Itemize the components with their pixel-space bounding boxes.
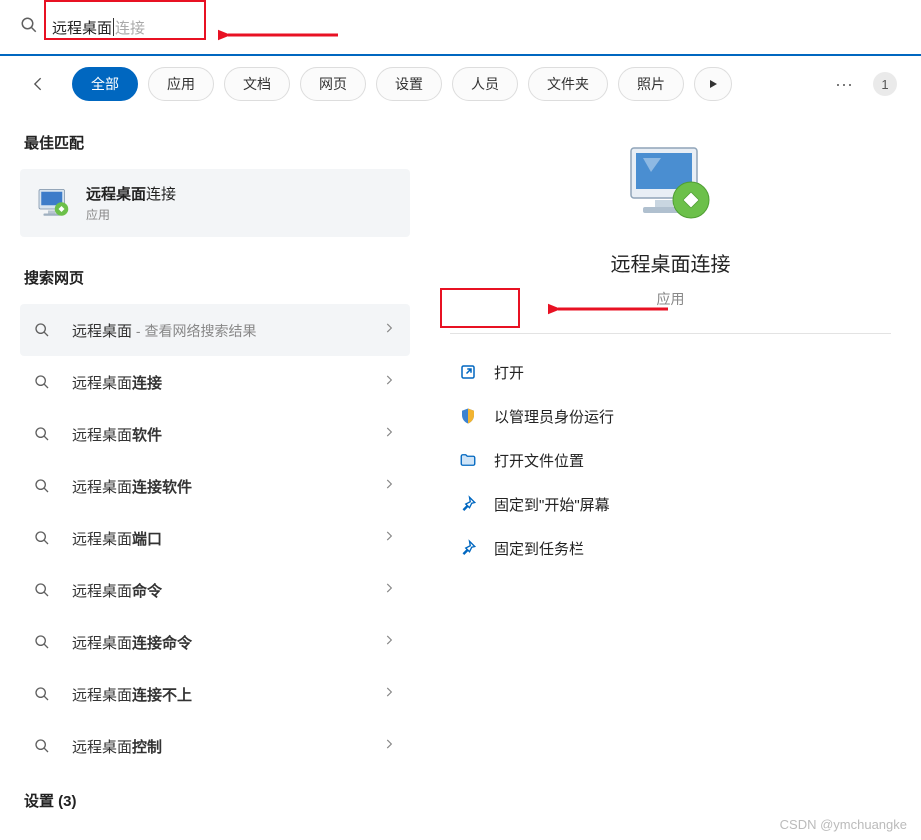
settings-header: 设置 (3) bbox=[20, 772, 410, 827]
watermark: CSDN @ymchuangke bbox=[780, 817, 907, 832]
filter-pill-web[interactable]: 网页 bbox=[300, 67, 366, 101]
best-match-text: 远程桌面连接 应用 bbox=[86, 183, 176, 223]
chevron-right-icon bbox=[382, 633, 396, 652]
pin-icon bbox=[458, 494, 478, 514]
search-icon bbox=[20, 16, 38, 39]
search-icon bbox=[34, 686, 56, 702]
search-icon bbox=[34, 582, 56, 598]
chevron-right-icon bbox=[382, 529, 396, 548]
web-result-text: 远程桌面连接命令 bbox=[72, 632, 382, 653]
web-result-item[interactable]: 远程桌面软件 bbox=[20, 408, 410, 460]
search-typed: 远程桌面 bbox=[52, 17, 112, 38]
action-location-label: 打开文件位置 bbox=[494, 450, 584, 471]
filter-pill-all[interactable]: 全部 bbox=[72, 67, 138, 101]
filter-pill-apps[interactable]: 应用 bbox=[148, 67, 214, 101]
web-header: 搜索网页 bbox=[20, 259, 410, 304]
action-pin-start-label: 固定到"开始"屏幕 bbox=[494, 494, 610, 515]
chevron-right-icon bbox=[382, 737, 396, 756]
web-result-text: 远程桌面软件 bbox=[72, 424, 382, 445]
web-results-list: 远程桌面 - 查看网络搜索结果 远程桌面连接 远程桌面软件 远程桌面连接软件 远… bbox=[20, 304, 410, 772]
web-result-text: 远程桌面命令 bbox=[72, 580, 382, 601]
chevron-right-icon bbox=[382, 581, 396, 600]
web-result-text: 远程桌面控制 bbox=[72, 736, 382, 757]
web-result-item[interactable]: 远程桌面连接命令 bbox=[20, 616, 410, 668]
web-result-item[interactable]: 远程桌面连接 bbox=[20, 356, 410, 408]
more-menu-button[interactable]: ··· bbox=[825, 74, 863, 95]
filter-pill-people[interactable]: 人员 bbox=[452, 67, 518, 101]
web-result-text: 远程桌面连接不上 bbox=[72, 684, 382, 705]
action-pin-start[interactable]: 固定到"开始"屏幕 bbox=[450, 482, 891, 526]
best-match-header: 最佳匹配 bbox=[20, 124, 410, 169]
filter-pill-photos[interactable]: 照片 bbox=[618, 67, 684, 101]
best-match-result[interactable]: 远程桌面连接 应用 bbox=[20, 169, 410, 237]
shield-icon bbox=[458, 406, 478, 426]
open-icon bbox=[458, 362, 478, 382]
count-badge[interactable]: 1 bbox=[873, 72, 897, 96]
pin-icon bbox=[458, 538, 478, 558]
action-pin-task-label: 固定到任务栏 bbox=[494, 538, 584, 559]
action-admin-label: 以管理员身份运行 bbox=[494, 406, 614, 427]
text-cursor bbox=[113, 18, 114, 36]
action-open[interactable]: 打开 bbox=[450, 350, 891, 394]
chevron-right-icon bbox=[382, 685, 396, 704]
action-list: 打开 以管理员身份运行 打开文件位置 固定到"开始"屏幕 bbox=[450, 334, 891, 570]
search-icon bbox=[34, 738, 56, 754]
right-panel: 远程桌面连接 应用 打开 以管理员身份运行 打开文件位置 bbox=[420, 112, 921, 840]
search-suggestion: 连接 bbox=[115, 17, 145, 38]
web-result-item[interactable]: 远程桌面连接不上 bbox=[20, 668, 410, 720]
search-bar: 远程桌面连接 bbox=[0, 0, 921, 56]
app-hero: 远程桌面连接 应用 bbox=[450, 136, 891, 334]
web-result-text: 远程桌面端口 bbox=[72, 528, 382, 549]
web-result-item[interactable]: 远程桌面控制 bbox=[20, 720, 410, 772]
chevron-right-icon bbox=[382, 477, 396, 496]
search-icon bbox=[34, 530, 56, 546]
web-result-text: 远程桌面连接软件 bbox=[72, 476, 382, 497]
chevron-right-icon bbox=[382, 425, 396, 444]
filter-pill-more[interactable] bbox=[694, 67, 732, 101]
web-result-item[interactable]: 远程桌面连接软件 bbox=[20, 460, 410, 512]
action-location[interactable]: 打开文件位置 bbox=[450, 438, 891, 482]
folder-icon bbox=[458, 450, 478, 470]
search-icon bbox=[34, 478, 56, 494]
search-icon bbox=[34, 374, 56, 390]
chevron-right-icon bbox=[382, 321, 396, 340]
web-result-item[interactable]: 远程桌面命令 bbox=[20, 564, 410, 616]
back-button[interactable] bbox=[24, 69, 54, 99]
web-result-item[interactable]: 远程桌面 - 查看网络搜索结果 bbox=[20, 304, 410, 356]
search-input[interactable]: 远程桌面连接 bbox=[52, 17, 901, 38]
rdp-icon bbox=[36, 185, 72, 221]
filter-pill-folders[interactable]: 文件夹 bbox=[528, 67, 608, 101]
web-result-text: 远程桌面连接 bbox=[72, 372, 382, 393]
action-pin-task[interactable]: 固定到任务栏 bbox=[450, 526, 891, 570]
web-result-text: 远程桌面 - 查看网络搜索结果 bbox=[72, 320, 382, 341]
filter-pill-settings[interactable]: 设置 bbox=[376, 67, 442, 101]
filter-pill-docs[interactable]: 文档 bbox=[224, 67, 290, 101]
search-icon bbox=[34, 634, 56, 650]
content-area: 最佳匹配 远程桌面连接 应用 搜索网页 远程桌面 - 查看 bbox=[0, 112, 921, 840]
filter-row: 全部 应用 文档 网页 设置 人员 文件夹 照片 ··· 1 bbox=[0, 56, 921, 112]
web-result-item[interactable]: 远程桌面端口 bbox=[20, 512, 410, 564]
app-subtitle: 应用 bbox=[657, 289, 685, 309]
action-admin[interactable]: 以管理员身份运行 bbox=[450, 394, 891, 438]
play-icon bbox=[707, 78, 719, 90]
rdp-hero-icon bbox=[621, 136, 721, 236]
chevron-right-icon bbox=[382, 373, 396, 392]
search-icon bbox=[34, 426, 56, 442]
search-icon bbox=[34, 322, 56, 338]
action-open-label: 打开 bbox=[494, 362, 524, 383]
app-title: 远程桌面连接 bbox=[611, 248, 731, 277]
left-panel: 最佳匹配 远程桌面连接 应用 搜索网页 远程桌面 - 查看 bbox=[0, 112, 420, 840]
